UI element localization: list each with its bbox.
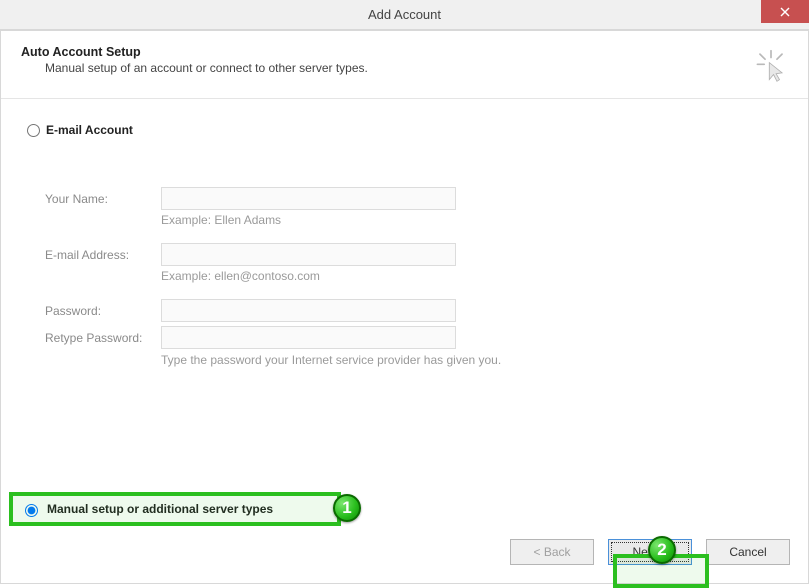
radio-manual-setup[interactable]: Manual setup or additional server types [20, 501, 273, 517]
next-button[interactable]: Next > [608, 539, 692, 565]
form-area: E-mail Account Your Name: Example: Ellen… [1, 99, 808, 367]
window-title: Add Account [368, 7, 441, 22]
wizard-header: Auto Account Setup Manual setup of an ac… [1, 31, 808, 99]
password-block: Password: Retype Password: Type the pass… [45, 299, 782, 367]
name-hint: Example: Ellen Adams [161, 213, 782, 227]
retype-input [161, 326, 456, 349]
radio-email-input[interactable] [27, 124, 40, 137]
name-label: Your Name: [45, 192, 161, 206]
radio-manual-label: Manual setup or additional server types [47, 502, 273, 516]
name-input [161, 187, 456, 210]
password-row: Password: [45, 299, 782, 322]
email-hint: Example: ellen@contoso.com [161, 269, 782, 283]
radio-email-account[interactable]: E-mail Account [27, 123, 782, 137]
retype-row: Retype Password: [45, 326, 782, 349]
email-fields-group: Your Name: Example: Ellen Adams E-mail A… [45, 187, 782, 367]
password-label: Password: [45, 304, 161, 318]
close-button[interactable] [761, 0, 809, 23]
name-row: Your Name: [45, 187, 782, 210]
password-input [161, 299, 456, 322]
radio-email-label: E-mail Account [46, 123, 133, 137]
dialog-body: Auto Account Setup Manual setup of an ac… [0, 30, 809, 584]
retype-label: Retype Password: [45, 331, 161, 345]
back-button: < Back [510, 539, 594, 565]
radio-manual-wrap: Manual setup or additional server types [12, 497, 279, 521]
email-input [161, 243, 456, 266]
wizard-title: Auto Account Setup [21, 45, 788, 59]
cancel-button[interactable]: Cancel [706, 539, 790, 565]
title-bar: Add Account [0, 0, 809, 30]
email-row: E-mail Address: [45, 243, 782, 266]
cursor-click-icon [754, 49, 788, 83]
email-label: E-mail Address: [45, 248, 161, 262]
password-hint: Type the password your Internet service … [161, 353, 782, 367]
button-bar: < Back Next > Cancel [510, 539, 790, 565]
close-icon [780, 7, 790, 17]
radio-manual-input[interactable] [25, 504, 38, 517]
wizard-subtitle: Manual setup of an account or connect to… [45, 61, 788, 75]
